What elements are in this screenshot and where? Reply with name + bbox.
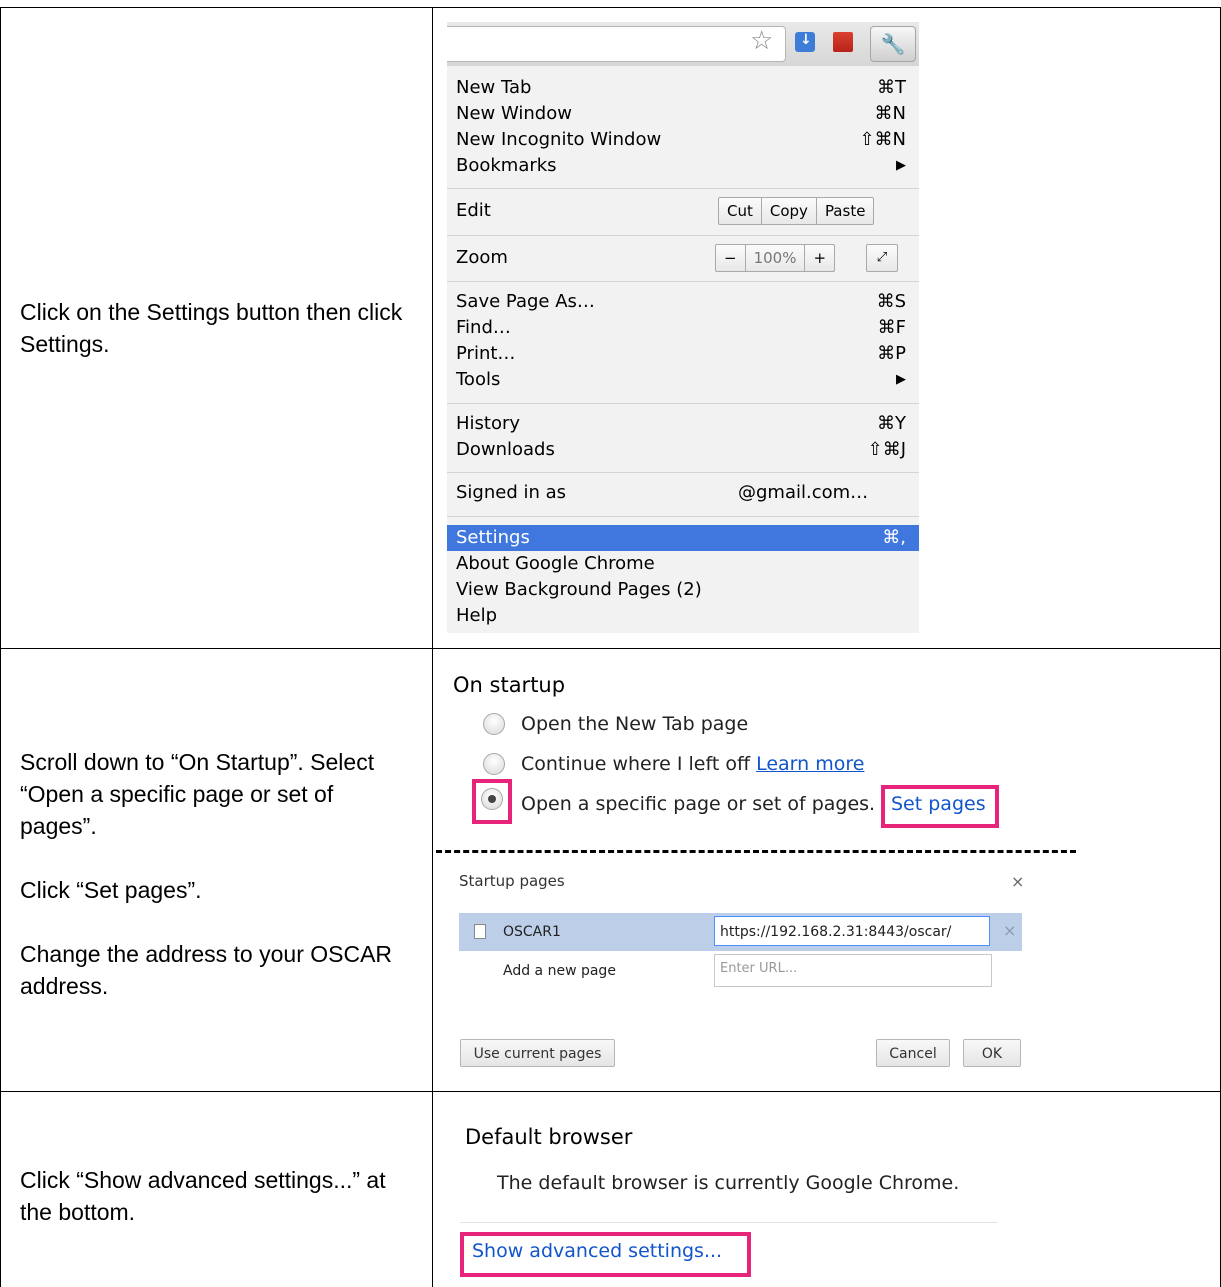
paste-button[interactable]: Paste: [815, 198, 874, 224]
zoom-button-group: − 100% +: [715, 244, 836, 272]
menu-item-signed-in[interactable]: Signed in as @gmail.com…: [447, 480, 919, 506]
menu-item-background-pages[interactable]: View Background Pages (2): [447, 577, 919, 603]
address-bar[interactable]: [447, 26, 786, 62]
cut-button[interactable]: Cut: [719, 198, 761, 224]
menu-item-tools[interactable]: Tools ▶: [447, 367, 919, 393]
menu-item-new-tab[interactable]: New Tab ⌘T: [447, 75, 919, 101]
radio-open-specific[interactable]: [481, 788, 503, 810]
default-browser-heading: Default browser: [465, 1125, 633, 1149]
remove-page-icon[interactable]: ×: [1003, 921, 1016, 940]
table-column-divider: [432, 7, 433, 1287]
copy-button[interactable]: Copy: [760, 198, 816, 224]
dashed-divider: [436, 850, 1076, 853]
menu-item-downloads[interactable]: Downloads ⇧⌘J: [447, 437, 919, 463]
download-icon[interactable]: [795, 32, 815, 52]
instruction-cell-2: Scroll down to “On Startup”. Select “Ope…: [20, 746, 410, 1002]
set-pages-link[interactable]: Set pages: [891, 793, 986, 815]
wrench-icon[interactable]: 🔧: [870, 26, 916, 62]
instruction-text: Scroll down to “On Startup”. Select “Ope…: [20, 749, 375, 839]
table-row-divider-2: [0, 1091, 1221, 1092]
menu-item-new-incognito[interactable]: New Incognito Window ⇧⌘N: [447, 127, 919, 153]
instruction-text: Click “Set pages”.: [20, 877, 202, 903]
fullscreen-icon[interactable]: ⤢: [866, 244, 898, 272]
chrome-menu-screenshot: ☆ 🔧 New Tab ⌘T New Window ⌘N New Incogni…: [447, 22, 919, 633]
menu-separator: [447, 403, 919, 404]
menu-item-settings[interactable]: Settings ⌘,: [447, 525, 919, 551]
radio-label-open-new-tab: Open the New Tab page: [521, 713, 749, 735]
show-advanced-settings-link[interactable]: Show advanced settings...: [472, 1240, 722, 1262]
radio-label-open-specific: Open a specific page or set of pages.: [521, 793, 876, 815]
zoom-in-button[interactable]: +: [804, 245, 834, 271]
close-icon[interactable]: ×: [1011, 872, 1024, 891]
menu-item-help[interactable]: Help: [447, 603, 919, 629]
startup-page-name: OSCAR1: [503, 924, 561, 940]
menu-item-save-page[interactable]: Save Page As… ⌘S: [447, 289, 919, 315]
page-icon: [474, 924, 486, 939]
star-icon[interactable]: ☆: [750, 26, 773, 56]
menu-separator: [447, 281, 919, 282]
menu-separator: [447, 235, 919, 236]
browser-toolbar: ☆ 🔧: [447, 22, 919, 66]
table-border-top: [0, 7, 1221, 8]
on-startup-heading: On startup: [453, 673, 566, 697]
instruction-text: Click on the Settings button then click …: [20, 299, 403, 357]
table-border-left: [0, 7, 1, 1287]
submenu-arrow-icon: ▶: [896, 372, 906, 387]
use-current-pages-button[interactable]: Use current pages: [460, 1039, 615, 1067]
instruction-text: Click “Show advanced settings...” at the…: [20, 1167, 386, 1225]
submenu-arrow-icon: ▶: [896, 158, 906, 173]
zoom-out-button[interactable]: −: [716, 245, 745, 271]
dialog-title: Startup pages: [459, 872, 565, 890]
instruction-cell-1: Click on the Settings button then click …: [20, 296, 410, 360]
menu-item-new-window[interactable]: New Window ⌘N: [447, 101, 919, 127]
instruction-text: Change the address to your OSCAR address…: [20, 941, 393, 999]
menu-item-bookmarks[interactable]: Bookmarks ▶: [447, 153, 919, 179]
add-page-label: Add a new page: [503, 963, 616, 979]
pdf-icon[interactable]: [833, 32, 853, 52]
edit-button-group: Cut Copy Paste: [718, 197, 875, 225]
menu-separator: [447, 472, 919, 473]
section-divider: [460, 1222, 998, 1223]
radio-label-continue: Continue where I left off Learn more: [521, 753, 865, 775]
learn-more-link[interactable]: Learn more: [756, 753, 864, 775]
menu-item-zoom: Zoom: [456, 247, 508, 268]
default-browser-text: The default browser is currently Google …: [497, 1172, 960, 1194]
ok-button[interactable]: OK: [963, 1039, 1021, 1067]
menu-item-about-chrome[interactable]: About Google Chrome: [447, 551, 919, 577]
menu-item-find[interactable]: Find… ⌘F: [447, 315, 919, 341]
menu-item-print[interactable]: Print… ⌘P: [447, 341, 919, 367]
menu-item-history[interactable]: History ⌘Y: [447, 411, 919, 437]
table-row-divider-1: [0, 648, 1221, 649]
menu-separator: [447, 516, 919, 517]
menu-separator: [447, 188, 919, 189]
startup-page-url-field[interactable]: https://192.168.2.31:8443/oscar/: [714, 916, 990, 946]
cancel-button[interactable]: Cancel: [876, 1039, 950, 1067]
radio-open-new-tab[interactable]: [483, 713, 505, 735]
zoom-level: 100%: [744, 245, 805, 271]
instruction-cell-3: Click “Show advanced settings...” at the…: [20, 1164, 410, 1228]
signed-in-account: @gmail.com…: [738, 482, 869, 503]
new-page-url-input[interactable]: Enter URL...: [714, 954, 992, 987]
radio-continue[interactable]: [483, 753, 505, 775]
